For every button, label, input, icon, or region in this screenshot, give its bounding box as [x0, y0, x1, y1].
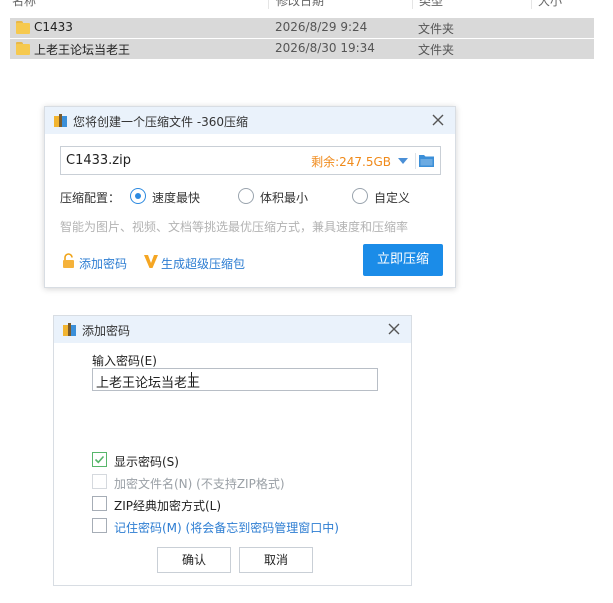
column-date[interactable]: 修改日期	[276, 0, 324, 9]
compress-app-icon	[63, 323, 76, 336]
unlock-icon	[63, 253, 74, 268]
file-row[interactable]: C1433 2026/8/29 9:24 文件夹	[10, 18, 594, 38]
checkbox-label: ZIP经典加密方式(L)	[114, 499, 222, 513]
column-separator[interactable]	[412, 0, 413, 9]
password-input-label: 输入密码(E)	[92, 354, 157, 368]
radio-unchecked-icon	[352, 188, 368, 204]
password-dialog-title: 添加密码	[82, 324, 131, 338]
radio-checked-icon	[130, 188, 146, 204]
column-separator[interactable]	[531, 0, 532, 9]
super-pack-link[interactable]: 生成超级压缩包	[143, 253, 253, 271]
column-size[interactable]: 大小	[538, 0, 562, 9]
close-icon[interactable]	[385, 320, 403, 338]
add-password-dialog: 添加密码 输入密码(E) 上老王论坛当老王 显示密码(S) 加密文件名(N) (…	[53, 315, 412, 586]
compress-dialog-title: 您将创建一个压缩文件 -360压缩	[73, 115, 249, 129]
folder-browse-icon[interactable]	[419, 154, 434, 167]
checkbox-label: 显示密码(S)	[114, 455, 179, 469]
file-row[interactable]: 上老王论坛当老王 2026/8/30 19:34 文件夹	[10, 39, 594, 59]
radio-unchecked-icon	[238, 188, 254, 204]
password-input[interactable]: 上老王论坛当老王	[92, 368, 378, 391]
add-password-link[interactable]: 添加密码	[61, 253, 131, 271]
v-badge-icon	[144, 255, 158, 268]
divider	[415, 153, 416, 169]
chevron-down-icon[interactable]	[398, 157, 408, 165]
archive-filename-field[interactable]: C1433.zip 剩余:247.5GB	[60, 146, 441, 175]
folder-icon	[16, 21, 30, 34]
file-name: 上老王论坛当老王	[34, 43, 131, 57]
folder-icon	[16, 42, 30, 55]
remember-password-checkbox[interactable]: 记住密码(M) (将会备忘到密码管理窗口中)	[92, 517, 352, 535]
compress-dialog: 您将创建一个压缩文件 -360压缩 C1433.zip 剩余:247.5GB 压…	[44, 106, 456, 288]
radio-fastest[interactable]: 速度最快	[130, 187, 210, 207]
add-password-label: 添加密码	[79, 257, 128, 271]
ok-button[interactable]: 确认	[157, 547, 231, 573]
cancel-button[interactable]: 取消	[239, 547, 313, 573]
checkbox-unchecked-icon	[92, 474, 107, 489]
close-icon[interactable]	[429, 111, 447, 129]
radio-custom[interactable]: 自定义	[352, 187, 422, 207]
column-separator[interactable]	[268, 0, 269, 9]
radio-label: 速度最快	[152, 191, 201, 205]
radio-smallest[interactable]: 体积最小	[238, 187, 318, 207]
password-value: 上老王论坛当老王	[96, 376, 201, 391]
radio-label: 体积最小	[260, 191, 309, 205]
file-name: C1433	[34, 20, 73, 34]
super-pack-label: 生成超级压缩包	[161, 257, 246, 271]
compress-hint-text: 智能为图片、视频、文档等挑选最优压缩方式，兼具速度和压缩率	[60, 220, 409, 234]
file-date: 2026/8/30 19:34	[275, 41, 375, 55]
encrypt-filename-checkbox[interactable]: 加密文件名(N) (不支持ZIP格式)	[92, 473, 302, 491]
file-date: 2026/8/29 9:24	[275, 20, 368, 34]
checkbox-label: 记住密码(M) (将会备忘到密码管理窗口中)	[114, 521, 339, 535]
column-name[interactable]: 名称	[12, 0, 36, 9]
column-type[interactable]: 类型	[419, 0, 443, 9]
file-type: 文件夹	[418, 43, 455, 57]
compress-dialog-titlebar[interactable]: 您将创建一个压缩文件 -360压缩	[45, 107, 455, 134]
checkbox-unchecked-icon	[92, 518, 107, 533]
checkbox-checked-icon	[92, 452, 107, 467]
checkbox-unchecked-icon	[92, 496, 107, 511]
checkbox-label: 加密文件名(N) (不支持ZIP格式)	[114, 477, 285, 491]
compress-now-button[interactable]: 立即压缩	[363, 244, 443, 276]
text-caret	[191, 372, 192, 387]
password-dialog-titlebar[interactable]: 添加密码	[54, 316, 411, 343]
show-password-checkbox[interactable]: 显示密码(S)	[92, 451, 192, 469]
compress-app-icon	[54, 114, 67, 127]
explorer-column-header: 名称 修改日期 类型 大小	[0, 0, 613, 9]
compress-config-label: 压缩配置：	[60, 191, 121, 205]
zip-classic-encryption-checkbox[interactable]: ZIP经典加密方式(L)	[92, 495, 242, 513]
file-type: 文件夹	[418, 22, 455, 36]
archive-filename[interactable]: C1433.zip	[66, 153, 131, 168]
radio-label: 自定义	[374, 191, 411, 205]
free-space-label: 剩余:247.5GB	[311, 155, 391, 169]
